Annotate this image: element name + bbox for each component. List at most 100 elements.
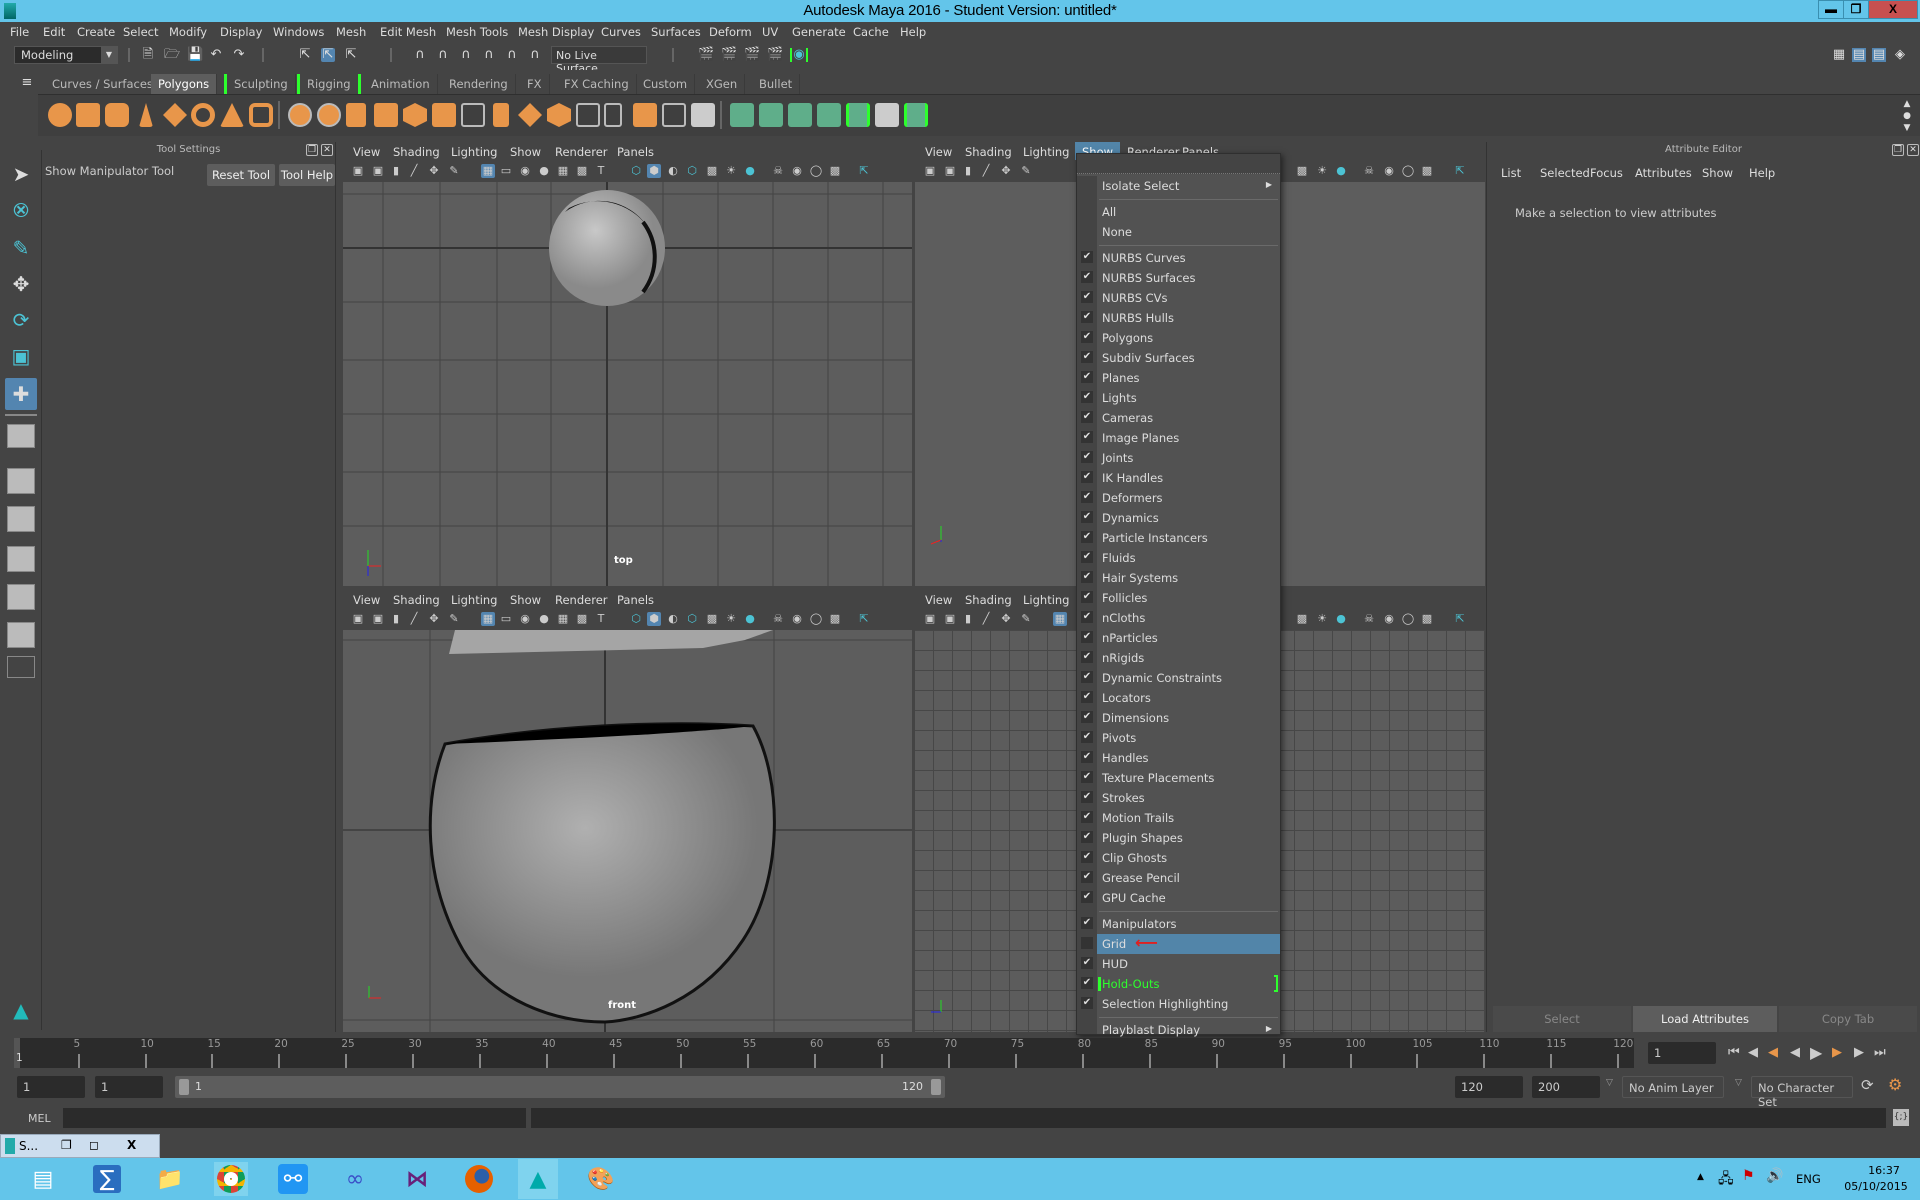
tab-rendering[interactable]: Rendering — [442, 74, 516, 94]
combine-icon[interactable] — [288, 103, 312, 127]
maximize-icon[interactable]: ◻ — [89, 1138, 99, 1152]
select-camera-icon[interactable]: ⇱ — [857, 164, 871, 178]
playback-start-field[interactable]: 1 — [95, 1076, 163, 1098]
wireframe-on-shaded-icon[interactable]: ◐ — [666, 612, 680, 626]
safe-action-icon[interactable]: ▩ — [575, 612, 589, 626]
clock-date[interactable]: 05/10/2015 — [1836, 1180, 1916, 1193]
show-menu-item-particle-instancers[interactable]: ✔ Particle Instancers — [1077, 528, 1280, 548]
show-menu-item-hold-outs[interactable]: ✔ Hold-Outs — [1077, 974, 1280, 994]
channel-box-icon[interactable]: ▤ — [1852, 48, 1866, 62]
menu-mesh-display[interactable]: Mesh Display — [518, 25, 594, 39]
mode-selector[interactable]: Modeling ▼ — [14, 46, 118, 64]
safe-title-icon[interactable]: T — [594, 164, 608, 178]
checkbox-checked-icon[interactable]: ✔ — [1081, 691, 1093, 703]
range-min-handle[interactable] — [179, 1079, 189, 1095]
show-menu-item-hair-systems[interactable]: ✔ Hair Systems — [1077, 568, 1280, 588]
camera-attr-icon[interactable]: ▣ — [943, 164, 957, 178]
show-menu-item-handles[interactable]: ✔ Handles — [1077, 748, 1280, 768]
show-menu-item-cameras[interactable]: ✔ Cameras — [1077, 408, 1280, 428]
menu-mesh-tools[interactable]: Mesh Tools — [446, 25, 508, 39]
ipr-render-icon[interactable]: 🎬 — [744, 48, 760, 62]
camera-icon[interactable]: ▣ — [351, 612, 365, 626]
server-manager-icon[interactable]: ▤ — [26, 1162, 60, 1196]
viewport-menu-shading[interactable]: Shading — [965, 145, 1012, 159]
gate-mask-icon[interactable]: ● — [537, 164, 551, 178]
checkbox-checked-icon[interactable]: ✔ — [1081, 471, 1093, 483]
shelf-scroll-down-icon[interactable]: ▼ — [1900, 121, 1914, 135]
viewport-menu-lighting[interactable]: Lighting — [1023, 593, 1069, 607]
show-menu-item-joints[interactable]: ✔ Joints — [1077, 448, 1280, 468]
show-menu-item-plugin-shapes[interactable]: ✔ Plugin Shapes — [1077, 828, 1280, 848]
volume-icon[interactable]: 🔊 — [1766, 1168, 1783, 1184]
minimized-window[interactable]: S... ❐ ◻ X — [0, 1134, 160, 1158]
viewport-menu-view[interactable]: View — [925, 145, 952, 159]
uv-spherical-icon[interactable] — [788, 103, 812, 127]
show-menu-item-fluids[interactable]: ✔ Fluids — [1077, 548, 1280, 568]
checkbox-checked-icon[interactable]: ✔ — [1081, 751, 1093, 763]
show-menu-item-strokes[interactable]: ✔ Strokes — [1077, 788, 1280, 808]
attr-menu-list[interactable]: List — [1501, 166, 1521, 180]
show-hidden-icons[interactable]: ▲ — [1697, 1172, 1704, 1182]
wireframe-icon[interactable]: ⬡ — [629, 164, 643, 178]
menu-windows[interactable]: Windows — [273, 25, 324, 39]
viewport-menu-view[interactable]: View — [353, 593, 380, 607]
show-menu-item-dimensions[interactable]: ✔ Dimensions — [1077, 708, 1280, 728]
undo-icon[interactable]: ↶ — [209, 48, 223, 62]
viewport-top[interactable]: View Shading Lighting Show Renderer Pane… — [343, 142, 912, 586]
paint-select-tool-icon[interactable]: ✎ — [5, 232, 37, 264]
checkbox-checked-icon[interactable]: ✔ — [1081, 591, 1093, 603]
show-menu-item-nrigids[interactable]: ✔ nRigids — [1077, 648, 1280, 668]
smooth-icon[interactable] — [374, 103, 398, 127]
separate-icon[interactable] — [317, 103, 341, 127]
grid-toggle-icon[interactable]: ▦ — [481, 612, 495, 626]
mirror-icon[interactable] — [633, 103, 657, 127]
reset-tool-button[interactable]: Reset Tool — [207, 164, 275, 186]
checkbox-checked-icon[interactable]: ✔ — [1081, 551, 1093, 563]
attr-menu-selected[interactable]: Selected — [1540, 166, 1590, 180]
anim-layer-dropdown-icon[interactable]: ▽ — [1606, 1078, 1613, 1088]
smooth-shade-icon[interactable]: ⬢ — [647, 164, 661, 178]
play-forwards-icon[interactable]: ▶ — [1810, 1043, 1822, 1062]
extrude-icon[interactable] — [461, 103, 485, 127]
poly-pyramid-icon[interactable] — [220, 103, 244, 127]
menu-mesh[interactable]: Mesh — [336, 25, 366, 39]
motion-blur-icon[interactable]: ◉ — [1382, 164, 1396, 178]
select-camera-icon[interactable]: ⇱ — [857, 612, 871, 626]
rotate-tool-icon[interactable]: ⟳ — [5, 304, 37, 336]
layout-persp-graph-icon[interactable] — [7, 546, 35, 572]
hypershade-icon[interactable]: ◉ — [790, 48, 808, 62]
save-scene-icon[interactable]: 💾 — [187, 48, 203, 62]
lights-icon[interactable]: ☀ — [724, 612, 738, 626]
viewport-canvas[interactable]: top — [343, 182, 912, 586]
select-hierarchy-icon[interactable]: ⇱ — [298, 48, 312, 62]
poly-pipe-icon[interactable] — [249, 103, 273, 127]
viewport-menu-shading[interactable]: Shading — [393, 145, 440, 159]
select-tool-icon[interactable]: ➤ — [5, 158, 37, 190]
camera-attr-icon[interactable]: ▣ — [371, 164, 385, 178]
poly-torus-icon[interactable] — [191, 103, 215, 127]
image-plane-icon[interactable]: ╱ — [407, 612, 421, 626]
show-menu-item-planes[interactable]: ✔ Planes — [1077, 368, 1280, 388]
motion-blur-icon[interactable]: ◉ — [1382, 612, 1396, 626]
checkbox-checked-icon[interactable]: ✔ — [1081, 917, 1093, 929]
resolution-gate-icon[interactable]: ◉ — [518, 164, 532, 178]
poly-cylinder-icon[interactable] — [105, 103, 129, 127]
checkbox-checked-icon[interactable]: ✔ — [1081, 271, 1093, 283]
field-chart-icon[interactable]: ▦ — [556, 612, 570, 626]
menu-file[interactable]: File — [10, 25, 29, 39]
attr-select-button[interactable]: Select — [1493, 1006, 1631, 1032]
checkbox-checked-icon[interactable]: ✔ — [1081, 811, 1093, 823]
show-menu-item-motion-trails[interactable]: ✔ Motion Trails — [1077, 808, 1280, 828]
viewport-menu-show[interactable]: Show — [510, 593, 541, 607]
attr-menu-focus[interactable]: Focus — [1590, 166, 1623, 180]
film-gate-icon[interactable]: ▭ — [499, 164, 513, 178]
camera-icon[interactable]: ▣ — [923, 612, 937, 626]
cloud-app-icon[interactable]: ⚯ — [278, 1164, 308, 1194]
checkbox-checked-icon[interactable]: ✔ — [1081, 491, 1093, 503]
smooth-shade-icon[interactable]: ⬢ — [647, 612, 661, 626]
checkbox-checked-icon[interactable]: ✔ — [1081, 571, 1093, 583]
lights-icon[interactable]: ☀ — [724, 164, 738, 178]
command-input[interactable] — [63, 1108, 526, 1128]
minimize-button[interactable]: ▬ — [1818, 0, 1844, 19]
anti-aliasing-icon[interactable]: ◯ — [1401, 164, 1415, 178]
